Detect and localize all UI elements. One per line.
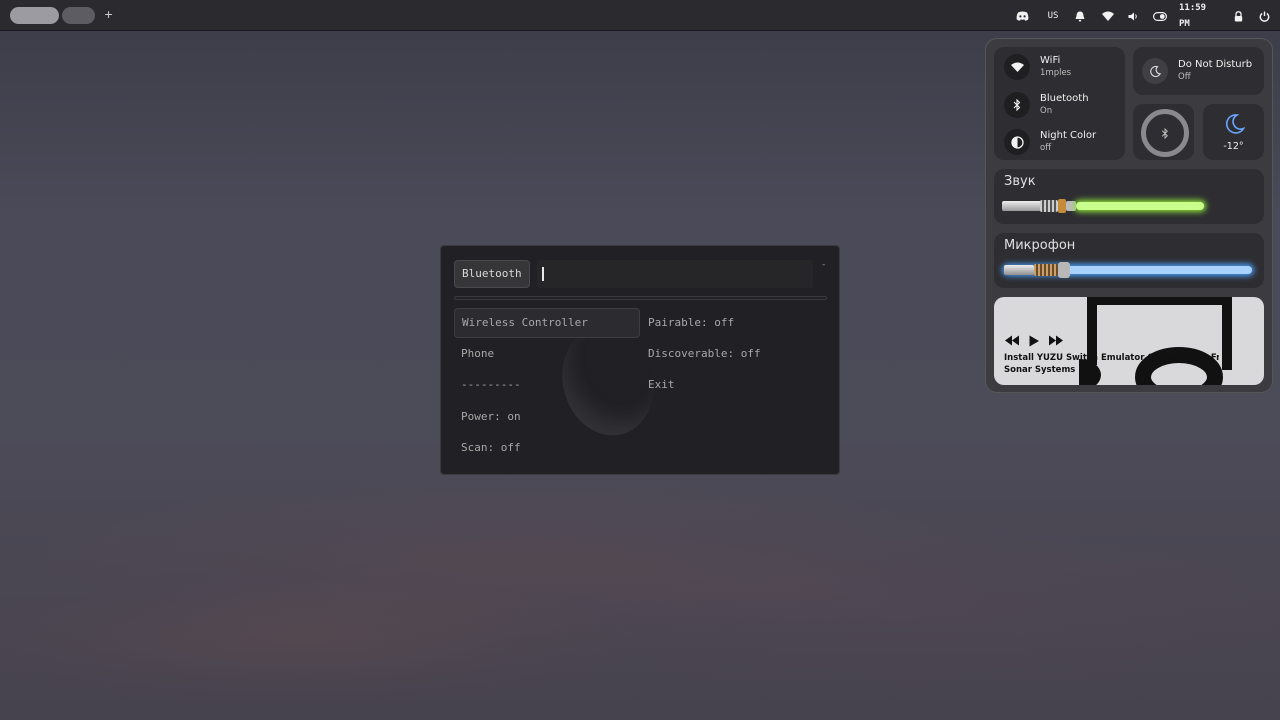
bluetooth-prompt: Bluetooth <box>454 260 530 288</box>
top-bar: + US 11:59 PM <box>0 0 1280 31</box>
keyboard-layout-indicator[interactable]: US <box>1043 8 1063 24</box>
mic-saber-hilt <box>1004 265 1034 275</box>
mode-indicator: - <box>821 260 827 270</box>
toggle-icon[interactable] <box>1151 8 1168 24</box>
weather-card[interactable]: -12° <box>1203 104 1264 160</box>
mic-saber-grip <box>1034 264 1058 276</box>
mic-slider[interactable] <box>994 261 1264 281</box>
bell-icon[interactable] <box>1073 8 1087 24</box>
night-color-title: Night Color <box>1040 130 1097 141</box>
search-input[interactable] <box>537 260 813 288</box>
bluetooth-ring-card[interactable] <box>1133 104 1194 160</box>
power-icon[interactable] <box>1258 8 1271 24</box>
night-color-toggle[interactable]: Night Color off <box>1004 127 1096 157</box>
moon-icon <box>1225 114 1245 134</box>
sound-saber-grip <box>1040 200 1058 212</box>
menu-item-phone[interactable]: Phone <box>454 339 501 369</box>
keyboard-layout-label: US <box>1047 11 1059 21</box>
moon-icon <box>1142 58 1168 84</box>
menu-item-scan[interactable]: Scan: off <box>454 433 528 463</box>
night-color-status: off <box>1040 143 1052 153</box>
sound-saber-hilt <box>1002 201 1042 211</box>
media-title: Install YUZU Switch Emulator On Linux Fo… <box>1004 353 1219 363</box>
wifi-icon <box>1004 54 1030 80</box>
wifi-status: 1mples <box>1040 68 1072 78</box>
media-card: Install YUZU Switch Emulator On Linux Fo… <box>994 297 1264 385</box>
wifi-icon[interactable] <box>1100 8 1116 24</box>
sound-card: Звук <box>994 169 1264 224</box>
dnd-toggle[interactable]: Do Not Disturb Off <box>1142 56 1252 86</box>
bluetooth-title: Bluetooth <box>1040 93 1089 104</box>
night-color-icon <box>1004 129 1030 155</box>
sound-saber-blade <box>1076 202 1204 210</box>
bluetooth-toggle[interactable]: Bluetooth On <box>1004 90 1089 120</box>
bluetooth-status: On <box>1040 106 1053 116</box>
mic-saber-guard[interactable] <box>1058 262 1070 278</box>
clock[interactable]: 11:59 PM <box>1179 3 1221 29</box>
mic-title: Микрофон <box>1004 238 1076 253</box>
menu-item-wireless-controller[interactable]: Wireless Controller <box>454 308 640 338</box>
bluetooth-icon <box>1161 127 1168 139</box>
media-artist: Sonar Systems <box>1004 365 1076 375</box>
volume-icon[interactable] <box>1126 8 1140 24</box>
sound-slider[interactable] <box>994 197 1264 217</box>
mic-card: Микрофон <box>994 233 1264 288</box>
dnd-card[interactable]: Do Not Disturb Off <box>1133 47 1264 95</box>
bluetooth-ring <box>1141 109 1189 157</box>
media-controls <box>1004 335 1064 347</box>
bluetooth-menu: Bluetooth - Wireless Controller Phone --… <box>440 245 840 475</box>
lock-icon[interactable] <box>1232 8 1244 24</box>
dnd-title: Do Not Disturb <box>1178 59 1253 70</box>
dnd-status: Off <box>1178 72 1191 82</box>
menu-item-power[interactable]: Power: on <box>454 402 528 432</box>
add-workspace-button[interactable]: + <box>104 8 113 22</box>
next-icon[interactable] <box>1048 335 1064 346</box>
menu-item-divider: --------- <box>461 378 521 391</box>
sound-title: Звук <box>1004 174 1036 189</box>
music-note-art <box>1079 297 1232 385</box>
workspace-1-indicator[interactable] <box>10 7 59 24</box>
menu-item-pairable[interactable]: Pairable: off <box>641 308 741 338</box>
connectivity-card: WiFi 1mples Bluetooth On Night Color off <box>994 47 1125 160</box>
bluetooth-icon <box>1004 92 1030 118</box>
menu-separator <box>454 296 827 300</box>
play-icon[interactable] <box>1028 335 1040 347</box>
previous-icon[interactable] <box>1004 335 1020 346</box>
weather-temperature: -12° <box>1223 141 1244 152</box>
workspace-2-indicator[interactable] <box>62 7 95 24</box>
menu-item-discoverable[interactable]: Discoverable: off <box>641 339 768 369</box>
menu-item-exit[interactable]: Exit <box>641 370 682 400</box>
sound-saber-emitter <box>1058 199 1066 213</box>
wifi-title: WiFi <box>1040 55 1061 66</box>
text-caret <box>542 267 544 281</box>
control-center: WiFi 1mples Bluetooth On Night Color off… <box>985 38 1273 393</box>
wifi-toggle[interactable]: WiFi 1mples <box>1004 52 1071 82</box>
clock-label: 11:59 PM <box>1179 3 1207 29</box>
sound-saber-guard[interactable] <box>1066 201 1076 211</box>
discord-icon[interactable] <box>1014 8 1030 24</box>
